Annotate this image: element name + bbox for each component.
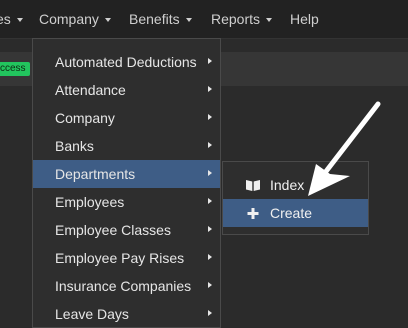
caret-right-icon: [208, 114, 212, 120]
nav-menu-label: Benefits: [129, 11, 180, 27]
menu-item-banks[interactable]: Banks: [33, 132, 220, 160]
nav-menu-label: Help: [290, 11, 319, 27]
caret-right-icon: [208, 198, 212, 204]
menu-item-label: Company: [55, 110, 115, 126]
caret-down-icon: [104, 18, 111, 23]
menu-item-label: Employee Classes: [55, 222, 171, 238]
status-badge: ccess: [0, 62, 30, 76]
nav-menu-company[interactable]: Company: [39, 0, 111, 38]
caret-right-icon: [208, 170, 212, 176]
menu-item-company[interactable]: Company: [33, 104, 220, 132]
nav-menu-label: Reports: [211, 11, 261, 27]
menu-item-label: Automated Deductions: [55, 54, 197, 70]
plus-icon: [245, 199, 261, 227]
submenu-item-create[interactable]: Create: [223, 199, 368, 227]
menu-item-label: Attendance: [55, 82, 126, 98]
menu-item-employees[interactable]: Employees: [33, 188, 220, 216]
submenu-item-index[interactable]: Index: [223, 171, 368, 199]
caret-down-icon: [16, 18, 23, 23]
menu-item-automated-deductions[interactable]: Automated Deductions: [33, 48, 220, 76]
nav-menu-help[interactable]: Help: [290, 0, 319, 38]
nav-menu-label: Company: [39, 11, 99, 27]
menu-item-attendance[interactable]: Attendance: [33, 76, 220, 104]
menu-item-label: Leave Days: [55, 306, 129, 322]
menu-item-insurance-companies[interactable]: Insurance Companies: [33, 272, 220, 300]
submenu-item-label: Index: [270, 177, 305, 193]
caret-right-icon: [208, 58, 212, 64]
nav-menu-label: es: [0, 11, 11, 27]
nav-menu-benefits[interactable]: Benefits: [129, 0, 192, 38]
menu-item-departments[interactable]: Departments: [33, 160, 220, 188]
menu-item-leave-days[interactable]: Leave Days: [33, 300, 220, 328]
caret-down-icon: [266, 18, 273, 23]
menu-item-employee-pay-rises[interactable]: Employee Pay Rises: [33, 244, 220, 272]
caret-right-icon: [208, 310, 212, 316]
menu-item-employee-classes[interactable]: Employee Classes: [33, 216, 220, 244]
menu-item-label: Employee Pay Rises: [55, 250, 185, 266]
caret-right-icon: [208, 226, 212, 232]
caret-right-icon: [208, 282, 212, 288]
top-navbar: es Company Benefits Reports Help: [0, 0, 408, 39]
book-icon: [245, 171, 261, 199]
caret-down-icon: [185, 18, 192, 23]
nav-menu-employees[interactable]: es: [0, 0, 23, 38]
caret-right-icon: [208, 254, 212, 260]
submenu-item-label: Create: [270, 205, 313, 221]
departments-submenu: Index Create: [222, 161, 369, 235]
caret-right-icon: [208, 86, 212, 92]
menu-item-label: Departments: [55, 166, 136, 182]
menu-item-label: Banks: [55, 138, 94, 154]
caret-right-icon: [208, 142, 212, 148]
menu-item-label: Insurance Companies: [55, 278, 192, 294]
company-dropdown-menu: Automated Deductions Attendance Company …: [32, 38, 221, 328]
menu-item-label: Employees: [55, 194, 125, 210]
nav-menu-reports[interactable]: Reports: [211, 0, 273, 38]
